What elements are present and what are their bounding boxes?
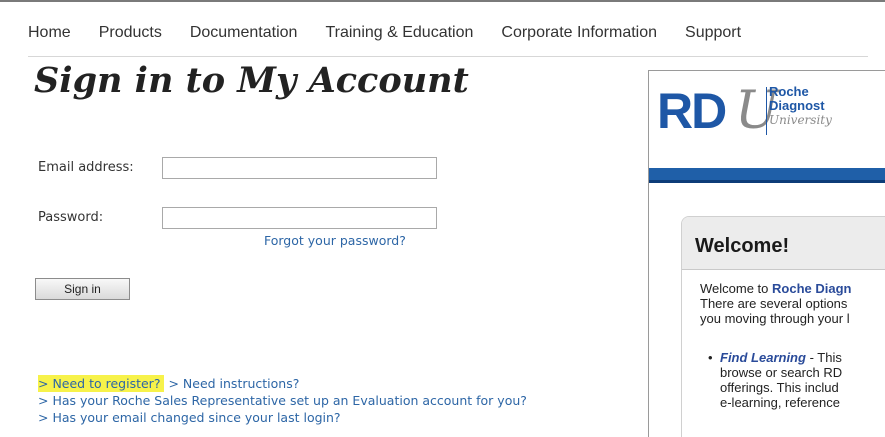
need-instructions-link[interactable]: > Need instructions?: [168, 376, 299, 391]
rdu-logo: RD U Roche Diagnost University: [649, 71, 885, 171]
password-field[interactable]: [162, 207, 437, 229]
window-top-border: [0, 0, 885, 2]
bullet-line-4: e-learning, reference: [720, 395, 840, 410]
logo-wordmark: Roche Diagnost University: [769, 85, 885, 143]
logo-line-3: University: [769, 113, 832, 127]
header-blue-bar: [649, 168, 885, 180]
help-links-row-1: > Need to register? > Need instructions?: [38, 375, 527, 392]
find-learning-link[interactable]: Find Learning: [720, 350, 806, 365]
bullet-dot-icon: •: [708, 350, 713, 365]
rdu-overlay-panel: RD U Roche Diagnost University Welcome! …: [648, 70, 885, 437]
email-changed-link[interactable]: > Has your email changed since your last…: [38, 410, 341, 425]
bullet-line-1-rest: - This: [805, 350, 842, 365]
nav-divider: [28, 56, 868, 57]
logo-line-1: Roche: [769, 84, 809, 99]
main-nav: Home Products Documentation Training & E…: [28, 24, 769, 46]
welcome-line-2: There are several options: [700, 296, 848, 311]
welcome-line-3: you moving through your l: [700, 311, 850, 326]
find-learning-bullet: • Find Learning - This browse or search R…: [708, 350, 842, 410]
help-links-row-2: > Has your Roche Sales Representative se…: [38, 392, 527, 409]
logo-line-2: Diagnost: [769, 98, 825, 113]
email-label: Email address:: [38, 160, 134, 175]
nav-documentation[interactable]: Documentation: [190, 24, 298, 46]
nav-home[interactable]: Home: [28, 24, 71, 46]
nav-support[interactable]: Support: [685, 24, 741, 46]
welcome-prefix: Welcome to: [700, 281, 773, 296]
welcome-title: Welcome!: [695, 235, 790, 257]
bullet-line-3: offerings. This includ: [720, 380, 839, 395]
welcome-text: Welcome to Roche Diagn There are several…: [700, 281, 851, 326]
logo-divider: [766, 87, 767, 135]
welcome-card: Welcome! Welcome to Roche Diagn There ar…: [681, 216, 885, 437]
header-dark-bar: [649, 180, 885, 183]
page-title: Sign in to My Account: [34, 60, 469, 101]
logo-rd-text: RD: [657, 83, 727, 139]
welcome-brand: Roche Diagn: [772, 281, 852, 296]
help-links: > Need to register? > Need instructions? …: [38, 375, 527, 426]
help-links-row-3: > Has your email changed since your last…: [38, 409, 527, 426]
forgot-password-link[interactable]: Forgot your password?: [264, 233, 406, 248]
bullet-line-2: browse or search RD: [720, 365, 843, 380]
nav-training-education[interactable]: Training & Education: [325, 24, 473, 46]
email-field[interactable]: [162, 157, 437, 179]
sign-in-button[interactable]: Sign in: [35, 278, 130, 300]
evaluation-account-link[interactable]: > Has your Roche Sales Representative se…: [38, 393, 527, 408]
need-to-register-link[interactable]: > Need to register?: [38, 375, 165, 392]
password-label: Password:: [38, 210, 104, 225]
nav-products[interactable]: Products: [99, 24, 162, 46]
welcome-card-header: Welcome!: [682, 217, 885, 270]
nav-corporate-information[interactable]: Corporate Information: [501, 24, 657, 46]
